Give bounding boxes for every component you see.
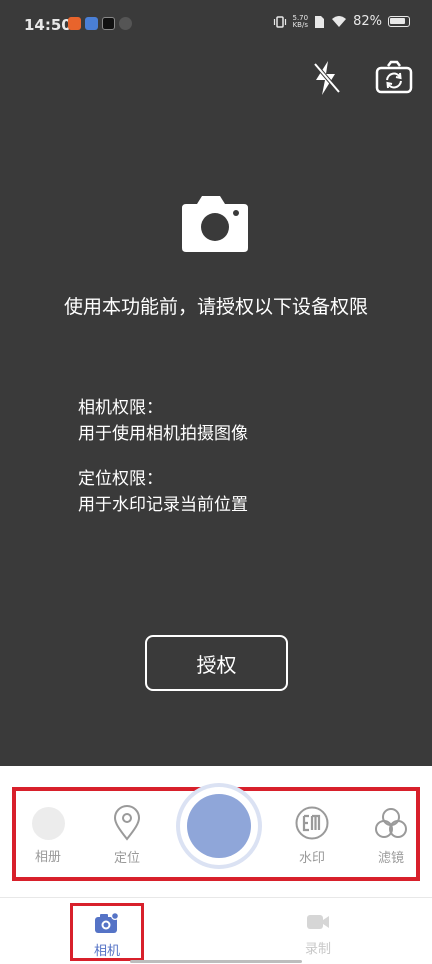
filter-icon [375, 808, 407, 838]
camera-icon [182, 196, 248, 252]
sync-notification-icon [119, 17, 132, 30]
vibrate-icon [273, 15, 286, 28]
camera-permission-heading: 相机权限： [78, 398, 163, 418]
status-indicators: 5.70 KB/s 82% [273, 14, 410, 29]
flash-off-icon[interactable] [306, 58, 346, 98]
tab-divider [0, 897, 432, 898]
location-button[interactable]: 定位 [102, 805, 152, 866]
settings-notification-icon [85, 17, 98, 30]
net-speed: 5.70 KB/s [292, 14, 309, 29]
net-speed-unit: KB/s [292, 20, 308, 29]
tiktok-notification-icon [102, 17, 115, 30]
watermark-icon [295, 806, 329, 840]
tab-record[interactable]: 录制 [290, 903, 346, 957]
shutter-button[interactable] [176, 783, 262, 869]
location-permission-heading: 定位权限： [78, 469, 163, 489]
shutter-core [187, 794, 251, 858]
filter-button[interactable]: 滤镜 [366, 805, 416, 866]
filter-label: 滤镜 [377, 851, 404, 866]
sim-icon [315, 15, 325, 28]
watermark-button[interactable]: 水印 [287, 805, 337, 866]
authorize-button[interactable]: 授权 [145, 635, 288, 691]
camera-permission-desc: 用于使用相机拍摄图像 [78, 424, 248, 444]
battery-icon [388, 16, 410, 27]
wifi-icon [332, 16, 347, 27]
tab-camera[interactable]: 相机 [70, 903, 144, 961]
status-bar: 14:50 5.70 KB/s 82% [0, 0, 432, 52]
location-pin-icon [113, 805, 141, 841]
album-thumbnail [31, 807, 65, 840]
location-label: 定位 [113, 851, 140, 866]
camera-tab-label: 相机 [93, 944, 120, 959]
status-time: 14:50 [24, 16, 72, 34]
app-notification-icon [68, 17, 81, 30]
location-permission-desc: 用于水印记录当前位置 [78, 495, 248, 515]
permission-title: 使用本功能前，请授权以下设备权限 [63, 296, 368, 318]
camera-permission-block: 相机权限： 用于使用相机拍摄图像 [78, 395, 248, 447]
album-label: 相册 [34, 850, 61, 865]
video-camera-icon [307, 915, 329, 929]
battery-percent: 82% [353, 14, 382, 29]
home-indicator[interactable] [130, 960, 302, 963]
album-button[interactable]: 相册 [23, 805, 73, 865]
record-tab-label: 录制 [304, 942, 331, 957]
location-permission-block: 定位权限： 用于水印记录当前位置 [78, 466, 248, 518]
switch-camera-icon[interactable] [374, 58, 414, 98]
camera-toolbar: 相册 定位 水印 滤镜 [12, 783, 420, 881]
watermark-label: 水印 [298, 851, 325, 866]
camera-preview-area: 14:50 5.70 KB/s 82% 使用本功能前，请授权以下设备权限 相机权… [0, 0, 432, 766]
camera-tab-icon [95, 912, 119, 933]
notification-icons [68, 17, 132, 30]
